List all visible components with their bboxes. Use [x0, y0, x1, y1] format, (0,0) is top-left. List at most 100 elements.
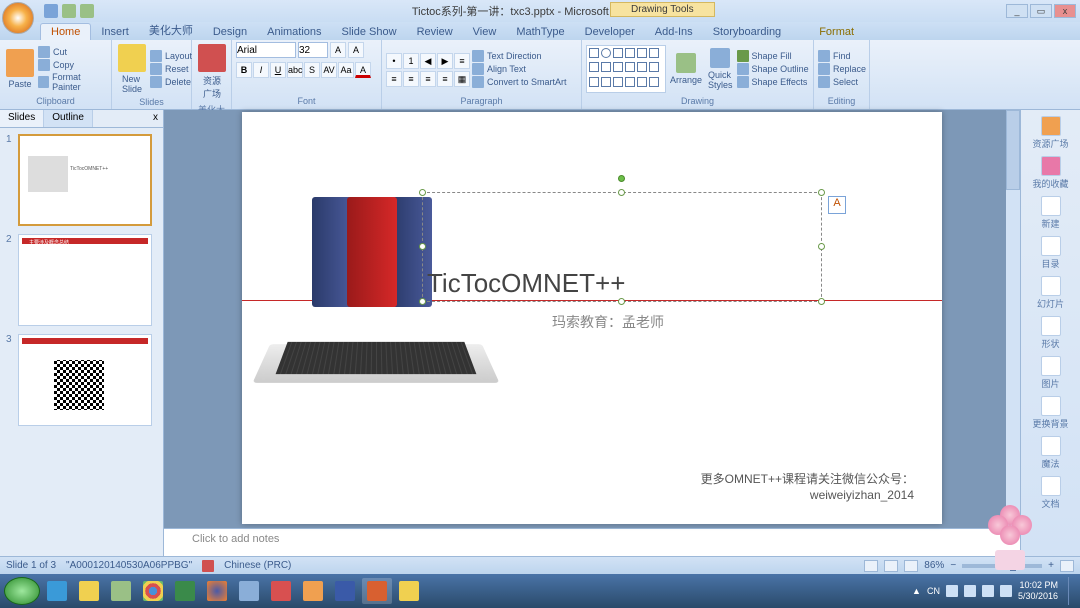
columns-button[interactable]: ▦ [454, 71, 470, 87]
ziyuan-button[interactable]: 资源 广场 [196, 42, 228, 102]
notes-pane[interactable]: Click to add notes [164, 528, 1020, 556]
taskbar-app2[interactable] [170, 578, 200, 604]
rside-ziyuan[interactable]: 资源广场 [1031, 116, 1071, 150]
justify-button[interactable]: ≡ [437, 71, 453, 87]
slide-thumbnail-1[interactable]: TicTocOMNET++ [18, 134, 152, 226]
tab-developer[interactable]: Developer [575, 24, 645, 40]
vertical-scrollbar[interactable] [1006, 110, 1020, 528]
slide-thumbnail-2[interactable]: 主要涉及概念总结 [18, 234, 152, 326]
save-icon[interactable] [44, 4, 58, 18]
increase-indent-button[interactable]: ▶ [437, 53, 453, 69]
rside-fav[interactable]: 我的收藏 [1031, 156, 1071, 190]
scrollbar-thumb[interactable] [1006, 110, 1020, 190]
taskbar-app5[interactable] [298, 578, 328, 604]
show-desktop-button[interactable] [1068, 577, 1076, 605]
delete-button[interactable]: Delete [150, 76, 192, 88]
clock[interactable]: 10:02 PM 5/30/2016 [1018, 580, 1062, 602]
align-right-button[interactable]: ≡ [420, 71, 436, 87]
align-center-button[interactable]: ≡ [403, 71, 419, 87]
undo-icon[interactable] [62, 4, 76, 18]
taskbar-app3[interactable] [234, 578, 264, 604]
taskbar-chrome[interactable] [138, 578, 168, 604]
slide-canvas[interactable]: A TicTocOMNET++ 玛索教育：孟老师 更多OMNET++课程请关注微… [242, 112, 942, 524]
shadow-button[interactable]: S [304, 62, 320, 78]
redo-icon[interactable] [80, 4, 94, 18]
resize-handle[interactable] [618, 189, 625, 196]
select-button[interactable]: Select [818, 76, 866, 88]
desktop-gadget-flower[interactable] [980, 500, 1040, 570]
shrink-font-button[interactable]: A [348, 42, 364, 58]
font-size-select[interactable] [298, 42, 328, 58]
font-color-button[interactable]: A [355, 62, 371, 78]
tab-slideshow[interactable]: Slide Show [332, 24, 407, 40]
text-direction-button[interactable]: Text Direction [472, 50, 567, 62]
resize-handle[interactable] [419, 243, 426, 250]
shapes-gallery[interactable] [586, 45, 666, 93]
numbering-button[interactable]: 1 [403, 53, 419, 69]
slide-title-text[interactable]: TicTocOMNET++ [427, 268, 625, 299]
close-button[interactable]: x [1054, 4, 1076, 18]
line-spacing-button[interactable]: ≡ [454, 53, 470, 69]
fit-button[interactable] [1060, 560, 1074, 572]
quick-styles-button[interactable]: Quick Styles [706, 46, 735, 92]
taskbar-explorer[interactable] [74, 578, 104, 604]
network-icon[interactable] [1000, 585, 1012, 597]
tab-insert[interactable]: Insert [91, 24, 139, 40]
italic-button[interactable]: I [253, 62, 269, 78]
spellcheck-icon[interactable] [202, 560, 214, 572]
slide-footer-2[interactable]: weiweiyizhan_2014 [810, 488, 914, 502]
tab-mathtype[interactable]: MathType [506, 24, 574, 40]
language-indicator[interactable]: Chinese (PRC) [224, 560, 291, 571]
resize-handle[interactable] [419, 189, 426, 196]
rside-bg[interactable]: 更换背景 [1031, 396, 1071, 430]
rside-new[interactable]: 新建 [1031, 196, 1071, 230]
maximize-button[interactable]: ▭ [1030, 4, 1052, 18]
resize-handle[interactable] [818, 298, 825, 305]
taskbar-app4[interactable] [266, 578, 296, 604]
strike-button[interactable]: abc [287, 62, 303, 78]
grow-font-button[interactable]: A [330, 42, 346, 58]
rside-shape[interactable]: 形状 [1031, 316, 1071, 350]
tab-review[interactable]: Review [407, 24, 463, 40]
tab-meihua[interactable]: 美化大师 [139, 20, 203, 40]
arrange-button[interactable]: Arrange [668, 51, 704, 87]
cut-button[interactable]: Cut [38, 46, 107, 58]
volume-icon[interactable] [982, 585, 994, 597]
reset-button[interactable]: Reset [150, 63, 192, 75]
bullets-button[interactable]: • [386, 53, 402, 69]
slideshow-view-button[interactable] [904, 560, 918, 572]
autofit-options-button[interactable]: A [828, 196, 846, 214]
outline-tab[interactable]: Outline [44, 110, 93, 127]
char-spacing-button[interactable]: AV [321, 62, 337, 78]
new-slide-button[interactable]: New Slide [116, 42, 148, 96]
align-left-button[interactable]: ≡ [386, 71, 402, 87]
align-text-button[interactable]: Align Text [472, 63, 567, 75]
rside-slide[interactable]: 幻灯片 [1031, 276, 1071, 310]
shape-outline-button[interactable]: Shape Outline [737, 63, 809, 75]
tab-design[interactable]: Design [203, 24, 257, 40]
tray-icon[interactable] [946, 585, 958, 597]
zoom-level[interactable]: 86% [924, 560, 944, 571]
copy-button[interactable]: Copy [38, 59, 107, 71]
show-hidden-icons[interactable]: ▲ [912, 586, 921, 596]
taskbar-app6[interactable] [394, 578, 424, 604]
office-button[interactable] [2, 2, 34, 34]
format-painter-button[interactable]: Format Painter [38, 72, 107, 92]
replace-button[interactable]: Replace [818, 63, 866, 75]
font-family-select[interactable] [236, 42, 296, 58]
taskbar-ie[interactable] [42, 578, 72, 604]
zoom-in-button[interactable]: + [1048, 560, 1054, 571]
resize-handle[interactable] [618, 298, 625, 305]
taskbar-firefox[interactable] [202, 578, 232, 604]
sorter-view-button[interactable] [884, 560, 898, 572]
rside-toc[interactable]: 目录 [1031, 236, 1071, 270]
taskbar-powerpoint[interactable] [362, 578, 392, 604]
paste-button[interactable]: Paste [4, 47, 36, 91]
shape-effects-button[interactable]: Shape Effects [737, 76, 809, 88]
tab-storyboarding[interactable]: Storyboarding [703, 24, 792, 40]
resize-handle[interactable] [419, 298, 426, 305]
shape-fill-button[interactable]: Shape Fill [737, 50, 809, 62]
panel-close-button[interactable]: x [148, 110, 163, 127]
resize-handle[interactable] [818, 189, 825, 196]
minimize-button[interactable]: _ [1006, 4, 1028, 18]
